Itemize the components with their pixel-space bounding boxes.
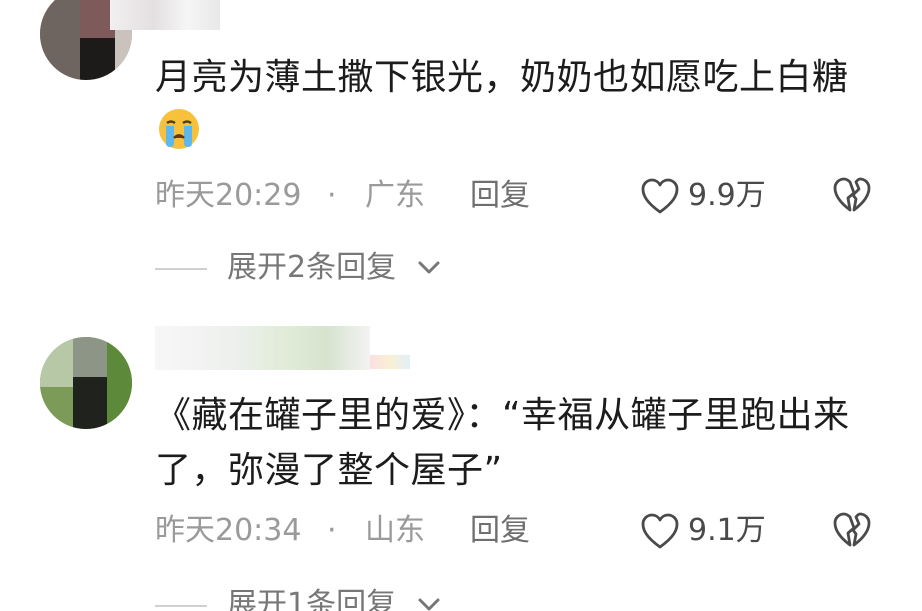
expand-replies-label: 展开1条回复: [227, 587, 397, 611]
avatar[interactable]: [40, 337, 132, 429]
like-button[interactable]: 9.9万: [640, 176, 780, 216]
chevron-down-icon: [418, 261, 440, 274]
comment-location: 山东: [365, 513, 425, 548]
comment-text: 《藏在罐子里的爱》：“幸福从罐子里跑出来了，弥漫了整个屋子”: [155, 395, 850, 491]
expand-replies-button[interactable]: 展开2条回复: [155, 248, 455, 288]
heart-icon: [641, 178, 679, 214]
crying-face-icon: [157, 107, 201, 151]
reply-button[interactable]: 回复: [470, 176, 530, 216]
broken-heart-icon[interactable]: [832, 511, 872, 551]
comment-time: 昨天20:34: [155, 513, 302, 548]
username-blurred[interactable]: [110, 0, 220, 30]
comment-location: 广东: [365, 178, 425, 213]
comment-text: 月亮为薄土撒下银光，奶奶也如愿吃上白糖: [155, 50, 875, 160]
meta-separator: ·: [327, 178, 337, 213]
reply-button[interactable]: 回复: [470, 511, 530, 551]
expand-replies-label: 展开2条回复: [227, 250, 397, 285]
expand-replies-button[interactable]: 展开1条回复: [155, 585, 455, 611]
like-count: 9.9万: [688, 178, 766, 213]
decoration-rainbow: [370, 355, 410, 369]
comment-meta: 昨天20:29 · 广东: [155, 176, 455, 216]
broken-heart-icon[interactable]: [832, 176, 872, 216]
username-blurred[interactable]: [155, 326, 370, 370]
meta-separator: ·: [327, 513, 337, 548]
divider-line: [155, 605, 207, 607]
like-count: 9.1万: [688, 513, 766, 548]
like-button[interactable]: 9.1万: [640, 511, 780, 551]
heart-icon: [641, 513, 679, 549]
chevron-down-icon: [418, 598, 440, 611]
comment-text-content: 月亮为薄土撒下银光，奶奶也如愿吃上白糖: [155, 57, 849, 98]
comment-time: 昨天20:29: [155, 178, 302, 213]
comment-meta: 昨天20:34 · 山东: [155, 511, 455, 551]
divider-line: [155, 268, 207, 270]
